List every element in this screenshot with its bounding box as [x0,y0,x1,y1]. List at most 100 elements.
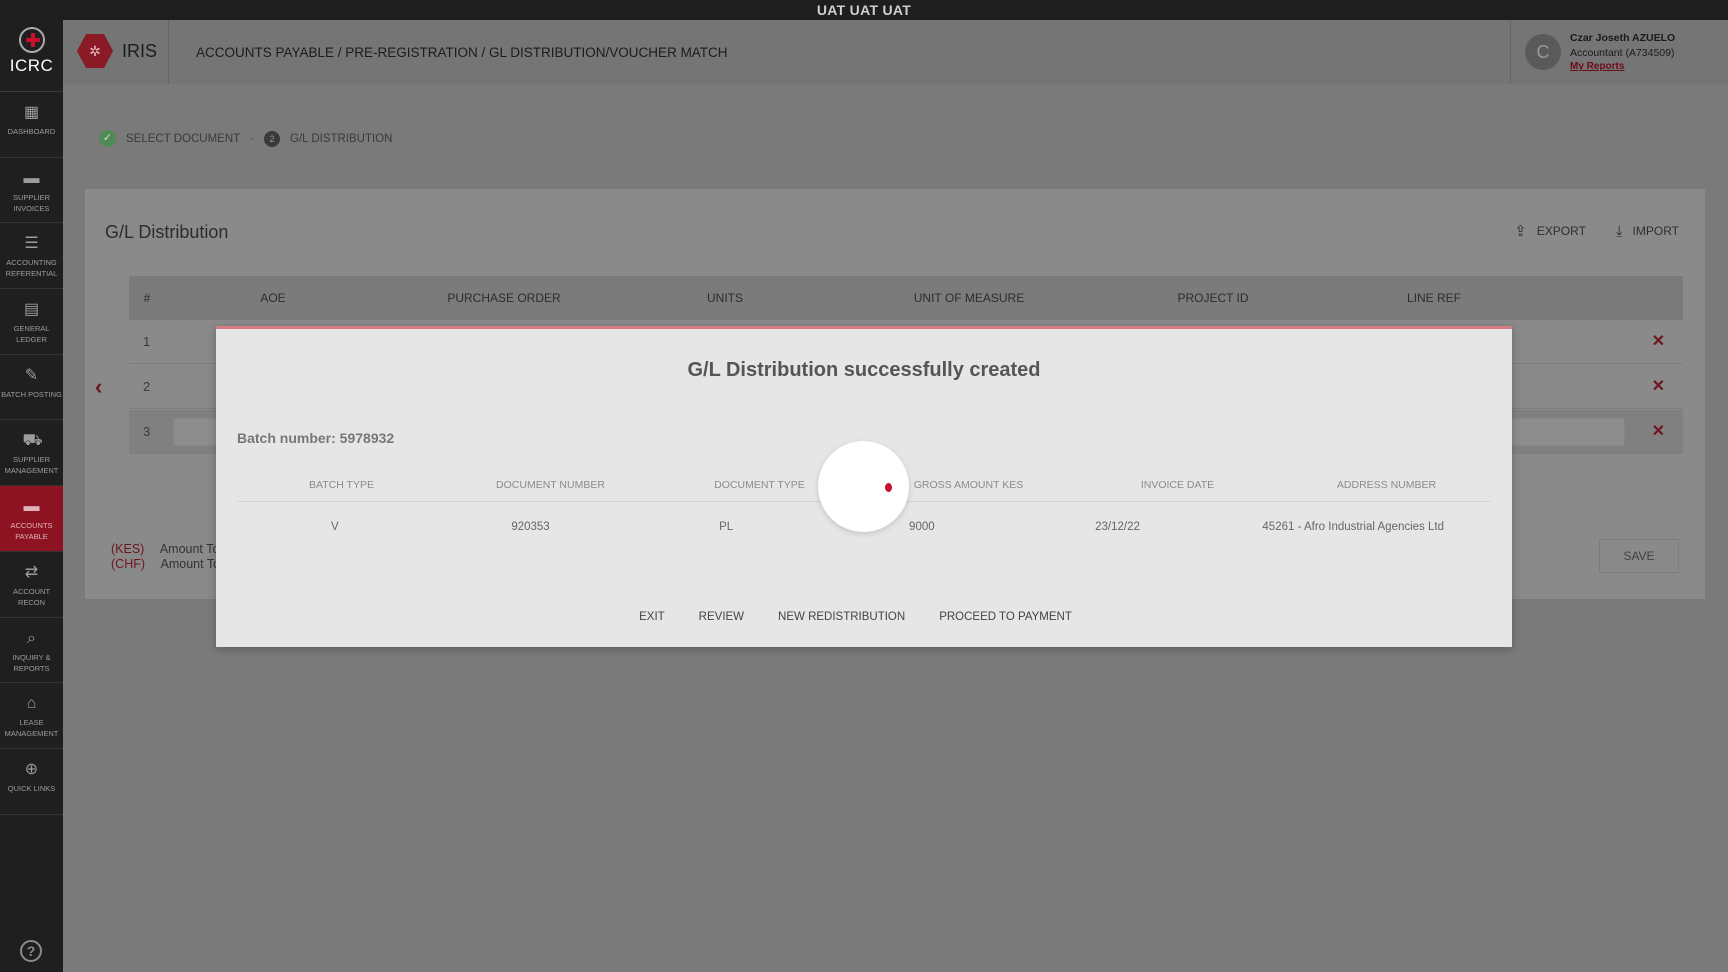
sidebar-item-account-recon[interactable]: ⇄ ACCOUNT RECON [0,552,63,618]
batch-number: Batch number: 5978932 [237,430,395,446]
sidebar-item-quick-links[interactable]: ⊕ QUICK LINKS [0,749,63,815]
totals: (KES) Amount To (CHF) Amount To [111,542,220,572]
dialog-actions: EXIT REVIEW NEW REDISTRIBUTION PROCEED T… [216,611,1512,623]
sidebar-item-label: BATCH POSTING [1,389,62,399]
cell-document-type: PL [719,521,734,533]
sidebar-item-supplier-management[interactable]: ⛟ SUPPLIER MANAGEMENT [0,420,63,487]
briefcase-icon: ▬ [23,169,40,187]
sidebar-item-label: GENERAL LEDGER [13,324,50,345]
sidebar-item-label: DASHBOARD [7,127,56,136]
avatar[interactable]: C [1525,34,1561,70]
globe-icon: ⊕ [24,760,39,778]
sidebar-item-label: SUPPLIER INVOICES [12,192,51,213]
proceed-to-payment-button[interactable]: PROCEED TO PAYMENT [922,611,1089,623]
cell-document-number: 920353 [511,521,550,533]
sidebar-item-label: INQUIRY & REPORTS [12,652,51,673]
iris-app-logo[interactable]: ✲ IRIS [63,20,169,84]
new-redistribution-button[interactable]: NEW REDISTRIBUTION [761,611,922,623]
sidebar-item-label: QUICK LINKS [7,783,56,793]
icrc-logo[interactable]: ICRC [0,27,63,92]
sidebar-item-label: LEASE MANAGEMENT [4,718,59,739]
import-label: IMPORT [1632,224,1679,238]
cell-batch-type: V [331,521,339,533]
currency-code: (KES) [111,542,145,556]
sidebar-item-label: ACCOUNTING REFERENTIAL [5,258,58,279]
sidebar-item-label: ACCOUNT RECON [12,586,51,607]
review-button[interactable]: REVIEW [682,611,761,623]
sidebar-item-label: SUPPLIER MANAGEMENT [4,455,59,476]
my-reports-link[interactable]: My Reports [1570,61,1624,72]
sidebar-item-accounts-payable[interactable]: ▬ ACCOUNTS PAYABLE [0,486,63,552]
sidebar-item-inquiry-reports[interactable]: ⌕ INQUIRY & REPORTS [0,618,63,684]
delete-row-icon[interactable]: ✕ [1652,376,1665,396]
book-icon: ▤ [23,301,40,319]
column-header: INVOICE DATE [1140,479,1215,491]
wrench-icon: ✎ [24,366,39,384]
column-header: ADDRESS NUMBER [1336,479,1437,491]
sidebar-item-supplier-invoices[interactable]: ▬ SUPPLIER INVOICES [0,158,63,224]
column-header: DOCUMENT NUMBER [496,479,605,491]
step-select-document[interactable]: SELECT DOCUMENT [126,133,240,145]
app-name: IRIS [122,41,158,61]
red-cross-emblem-icon [18,27,45,53]
save-button[interactable]: SAVE [1599,539,1679,573]
top-header: ✲ IRIS ACCOUNTS PAYABLE / PRE-REGISTRATI… [63,20,1728,84]
column-header: LINE REF [1406,291,1461,305]
currency-code: (CHF) [111,557,146,571]
spinner-dot [885,483,892,492]
column-header: # [143,291,151,305]
sidebar-item-dashboard[interactable]: ▦ DASHBOARD [0,92,63,158]
row-number: 1 [143,334,151,349]
sidebar-item-general-ledger[interactable]: ▤ GENERAL LEDGER [0,289,63,355]
iris-hexagon-icon: ✲ [77,34,113,68]
total-chf: (CHF) Amount To [111,557,220,572]
column-header: UNIT OF MEASURE [913,291,1025,305]
import-button[interactable]: ⤓ IMPORT [1616,222,1679,240]
cell-address-number: 45261 - Afro Industrial Agencies Ltd [1262,521,1444,533]
row-number: 2 [143,379,151,394]
column-header: PURCHASE ORDER [447,291,561,305]
step-separator: - [250,132,255,145]
check-icon: ✓ [99,130,116,147]
exit-button[interactable]: EXIT [639,611,682,623]
sidebar-item-accounting-referential[interactable]: ☰ ACCOUNTING REFERENTIAL [0,223,63,290]
logo-text: ICRC [9,56,54,75]
search-icon: ⌕ [27,629,36,647]
delete-row-icon[interactable]: ✕ [1652,421,1665,441]
column-header: PROJECT ID [1177,291,1249,305]
export-button[interactable]: ⇪ EXPORT [1514,222,1586,240]
dashboard-icon: ▦ [23,104,40,121]
sidebar-item-lease-management[interactable]: ⌂ LEASE MANAGEMENT [0,683,63,749]
column-header: BATCH TYPE [309,479,374,491]
total-label: Amount To [160,557,221,571]
sidebar-item-batch-posting[interactable]: ✎ BATCH POSTING [0,355,63,421]
breadcrumb: ACCOUNTS PAYABLE / PRE-REGISTRATION / GL… [196,45,728,60]
store-icon: ⌂ [26,695,37,713]
delete-row-icon[interactable]: ✕ [1652,331,1665,351]
card-actions: ⇪ EXPORT ⤓ IMPORT [1514,222,1679,241]
dialog-title: G/L Distribution successfully created [687,359,1041,381]
row-number: 3 [143,424,151,439]
environment-banner: UAT UAT UAT [0,0,1728,20]
total-label: Amount To [159,542,220,556]
loading-spinner [818,441,909,532]
chevron-left-icon[interactable]: ‹ [95,374,102,400]
sidebar: ICRC ▦ DASHBOARD ▬ SUPPLIER INVOICES ☰ A… [0,20,63,972]
column-header: AOE [260,291,286,305]
download-icon: ⤓ [1615,222,1623,240]
help-icon[interactable]: ? [20,940,42,962]
total-kes: (KES) Amount To [111,542,220,557]
column-header: UNITS [707,291,743,305]
card-title: G/L Distribution [105,222,229,242]
user-role: Accountant (A734509) [1570,47,1675,59]
arrows-icon: ⇄ [24,563,39,581]
export-label: EXPORT [1536,224,1586,238]
user-name: Czar Joseth AZUELO [1570,32,1676,44]
step-gl-distribution: G/L DISTRIBUTION [290,132,393,145]
upload-icon: ⇪ [1514,223,1527,240]
stepper: ✓ SELECT DOCUMENT - 2 G/L DISTRIBUTION [99,130,392,147]
sidebar-item-label: ACCOUNTS PAYABLE [10,521,53,542]
cell-invoice-date: 23/12/22 [1095,521,1140,533]
list-icon: ☰ [24,235,39,253]
user-profile: C Czar Joseth AZUELO Accountant (A734509… [1510,20,1728,84]
